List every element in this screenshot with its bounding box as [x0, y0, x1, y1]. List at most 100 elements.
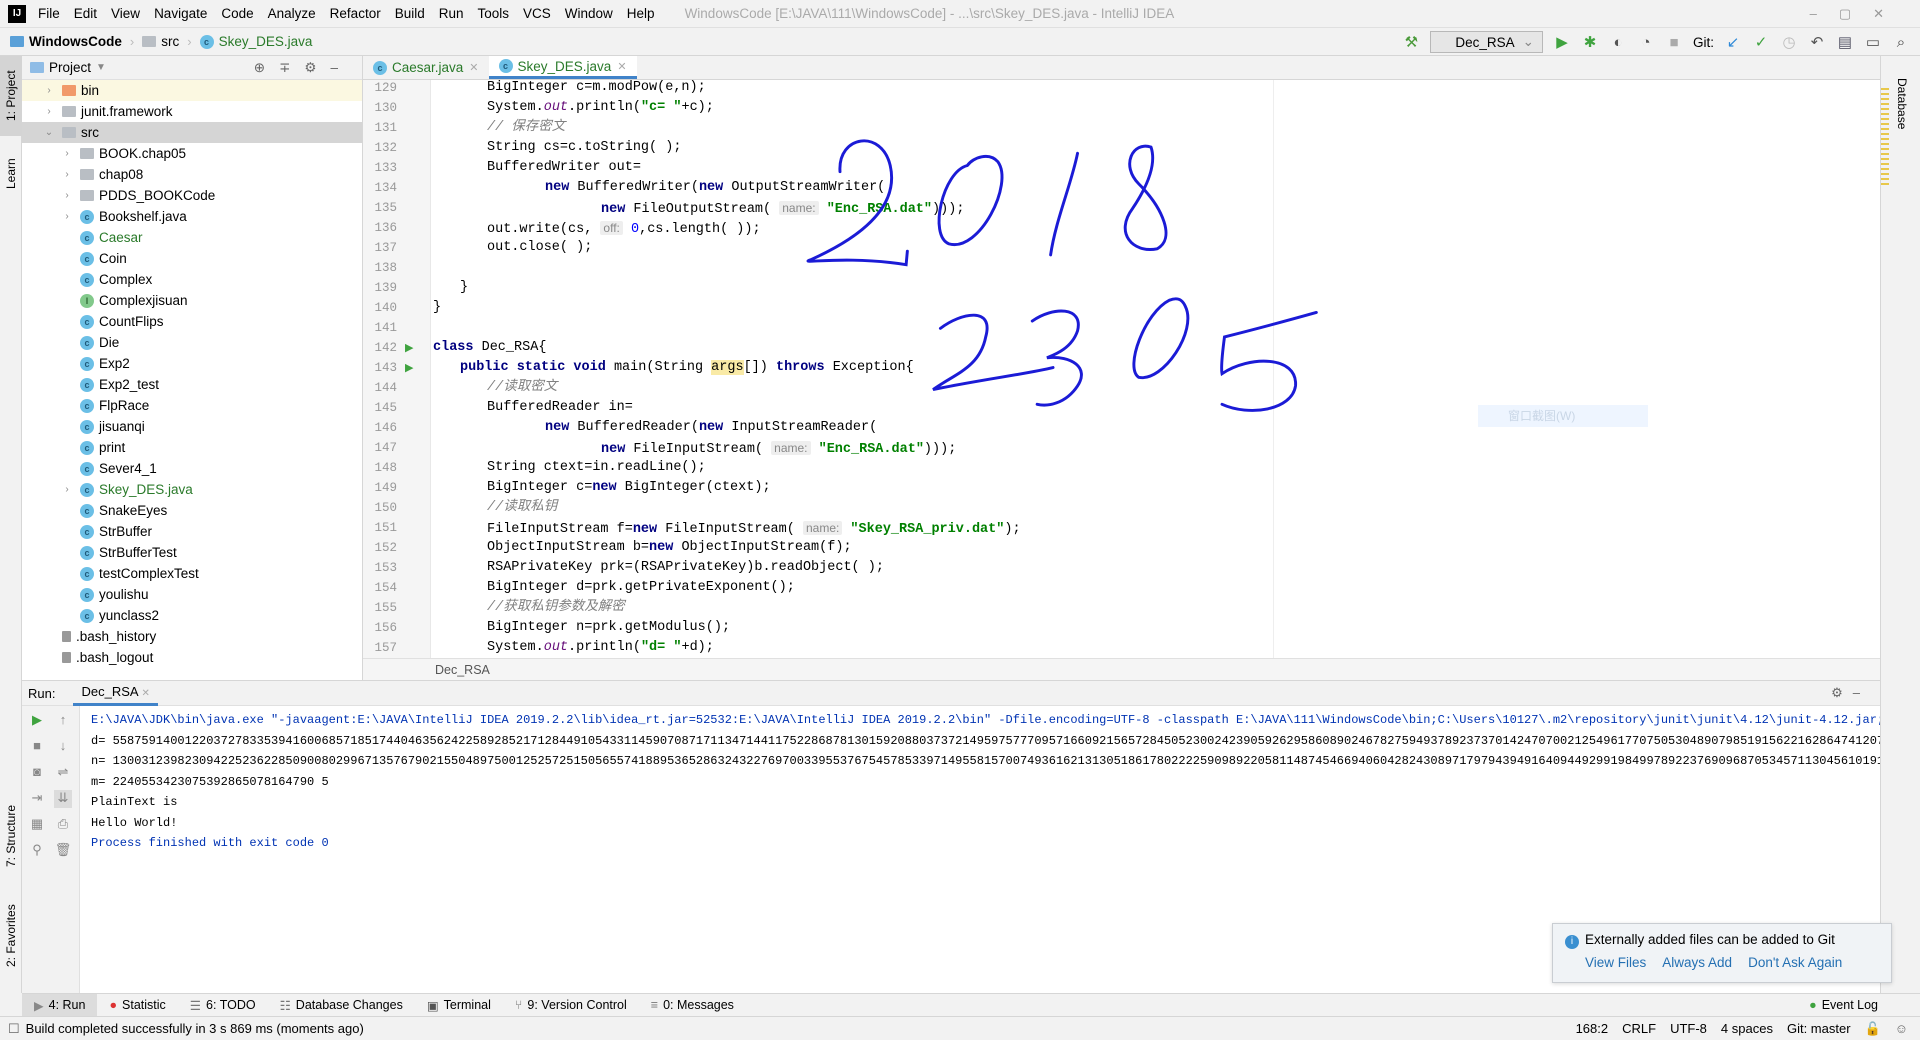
down-icon[interactable]: ↓: [54, 738, 72, 756]
tree-item[interactable]: .bash_history: [22, 626, 362, 647]
tool-tab-version-control[interactable]: ⑂ 9: Version Control: [503, 994, 639, 1017]
git-history-icon[interactable]: ◷: [1780, 33, 1798, 51]
tool-tab-structure[interactable]: 7: Structure: [0, 796, 22, 876]
coverage-icon[interactable]: ◐: [1609, 33, 1627, 51]
dont-ask-again-link[interactable]: Don't Ask Again: [1748, 955, 1842, 970]
tree-item[interactable]: › junit.framework: [22, 101, 362, 122]
menu-edit[interactable]: Edit: [74, 6, 97, 21]
chevron-right-icon[interactable]: ›: [42, 106, 56, 117]
tool-tab-favorites[interactable]: 2: Favorites: [0, 896, 22, 976]
git-commit-icon[interactable]: ✓: [1752, 33, 1770, 51]
git-update-icon[interactable]: ↙: [1724, 33, 1742, 51]
event-log-button[interactable]: ● Event Log: [1797, 994, 1890, 1017]
profile-icon[interactable]: ◔: [1637, 33, 1655, 51]
view-files-link[interactable]: View Files: [1585, 955, 1646, 970]
tree-item[interactable]: c print: [22, 437, 362, 458]
menu-view[interactable]: View: [111, 6, 140, 21]
tool-tab-messages[interactable]: ≡ 0: Messages: [639, 994, 746, 1017]
stop-icon[interactable]: ■: [1665, 33, 1683, 51]
tree-item[interactable]: c StrBuffer: [22, 521, 362, 542]
menu-tools[interactable]: Tools: [478, 6, 510, 21]
tree-item[interactable]: c Exp2_test: [22, 374, 362, 395]
menu-analyze[interactable]: Analyze: [268, 6, 316, 21]
close-icon[interactable]: ✕: [469, 61, 478, 74]
menu-window[interactable]: Window: [565, 6, 613, 21]
tool-tab-todo[interactable]: ☰ 6: TODO: [178, 994, 268, 1017]
tree-item[interactable]: c youlishu: [22, 584, 362, 605]
chevron-down-icon[interactable]: ⌄: [42, 127, 56, 138]
build-hammer-icon[interactable]: ⚒: [1402, 33, 1420, 51]
trash-icon[interactable]: 🗑: [54, 842, 72, 860]
line-separator[interactable]: CRLF: [1622, 1021, 1656, 1037]
close-icon[interactable]: ✕: [617, 60, 626, 73]
tree-item[interactable]: › BOOK.chap05: [22, 143, 362, 164]
stop-icon[interactable]: ■: [28, 738, 46, 756]
tool-tab-database[interactable]: Database: [1891, 64, 1913, 144]
tree-item[interactable]: › bin: [22, 80, 362, 101]
project-panel-actions[interactable]: ⊕∓⚙–: [254, 60, 352, 76]
error-stripe[interactable]: [1881, 88, 1889, 188]
camera-icon[interactable]: ◙: [28, 764, 46, 782]
layout-icon[interactable]: ▦: [28, 816, 46, 834]
tree-item[interactable]: › c Skey_DES.java: [22, 479, 362, 500]
menu-vcs[interactable]: VCS: [523, 6, 551, 21]
search-icon[interactable]: ⌕: [1892, 33, 1910, 51]
tree-item[interactable]: c Die: [22, 332, 362, 353]
tree-item[interactable]: c Caesar: [22, 227, 362, 248]
chevron-right-icon[interactable]: ›: [60, 211, 74, 222]
always-add-link[interactable]: Always Add: [1662, 955, 1732, 970]
tool-tab-statistic[interactable]: ● Statistic: [97, 994, 177, 1017]
menu-build[interactable]: Build: [395, 6, 425, 21]
project-view-select[interactable]: Project: [49, 60, 91, 75]
run-icon[interactable]: ▶: [1553, 33, 1571, 51]
tree-item[interactable]: c CountFlips: [22, 311, 362, 332]
tree-item[interactable]: I Complexjisuan: [22, 290, 362, 311]
editor-breadcrumb[interactable]: Dec_RSA: [363, 658, 1880, 680]
tree-item[interactable]: .bash_logout: [22, 647, 362, 668]
tool-tab-terminal[interactable]: ▣ Terminal: [415, 994, 503, 1017]
scroll-to-end-icon[interactable]: ⇊: [54, 790, 72, 808]
chevron-right-icon[interactable]: ›: [60, 148, 74, 159]
run-tab-dec-rsa[interactable]: Dec_RSA ✕: [73, 680, 158, 706]
tool-tab-learn[interactable]: Learn: [0, 144, 22, 204]
print-icon[interactable]: ⎙: [54, 816, 72, 834]
tree-item[interactable]: c Coin: [22, 248, 362, 269]
tree-item[interactable]: › PDDS_BOOKCode: [22, 185, 362, 206]
tree-item[interactable]: c yunclass2: [22, 605, 362, 626]
caret-position[interactable]: 168:2: [1576, 1021, 1609, 1037]
tree-item[interactable]: › chap08: [22, 164, 362, 185]
rerun-icon[interactable]: ▶: [28, 712, 46, 730]
rollback-icon[interactable]: ↶: [1808, 33, 1826, 51]
menu-file[interactable]: File: [38, 6, 60, 21]
breadcrumb-file[interactable]: c Skey_DES.java: [199, 34, 312, 49]
run-configuration-select[interactable]: Dec_RSA ⌄: [1430, 31, 1543, 53]
tree-item[interactable]: c Sever4_1: [22, 458, 362, 479]
pin-icon[interactable]: ⚲: [28, 842, 46, 860]
menu-help[interactable]: Help: [627, 6, 655, 21]
editor-tab[interactable]: c Skey_DES.java ✕: [488, 56, 637, 79]
tree-item[interactable]: c Complex: [22, 269, 362, 290]
run-gutter-icon[interactable]: ▶: [405, 361, 413, 374]
presentation-icon[interactable]: ▭: [1864, 33, 1882, 51]
tree-item[interactable]: c jisuanqi: [22, 416, 362, 437]
debug-icon[interactable]: ✱: [1581, 33, 1599, 51]
chevron-right-icon[interactable]: ›: [60, 169, 74, 180]
tree-item[interactable]: c SnakeEyes: [22, 500, 362, 521]
chevron-right-icon[interactable]: ›: [60, 484, 74, 495]
soft-wrap-icon[interactable]: ⇌: [54, 764, 72, 782]
tool-tab-database-changes[interactable]: ☷ Database Changes: [268, 994, 415, 1017]
chevron-right-icon[interactable]: ›: [60, 190, 74, 201]
git-branch[interactable]: Git: master: [1787, 1021, 1851, 1037]
exit-icon[interactable]: ⇥: [28, 790, 46, 808]
tree-item[interactable]: ⌄ src: [22, 122, 362, 143]
tree-item[interactable]: c Exp2: [22, 353, 362, 374]
menu-navigate[interactable]: Navigate: [154, 6, 207, 21]
code-editor[interactable]: BigInteger c=m.modPow(e,n); System.out.pr…: [431, 80, 1880, 658]
up-icon[interactable]: ↑: [54, 712, 72, 730]
breadcrumb-project[interactable]: WindowsCode: [10, 34, 122, 49]
status-toggle-icon[interactable]: ☐: [8, 1021, 20, 1037]
file-encoding[interactable]: UTF-8: [1670, 1021, 1707, 1037]
tool-tab-run[interactable]: ▶ 4: Run: [22, 993, 98, 1017]
inspector-icon[interactable]: ☺: [1895, 1021, 1908, 1037]
tree-item[interactable]: c FlpRace: [22, 395, 362, 416]
